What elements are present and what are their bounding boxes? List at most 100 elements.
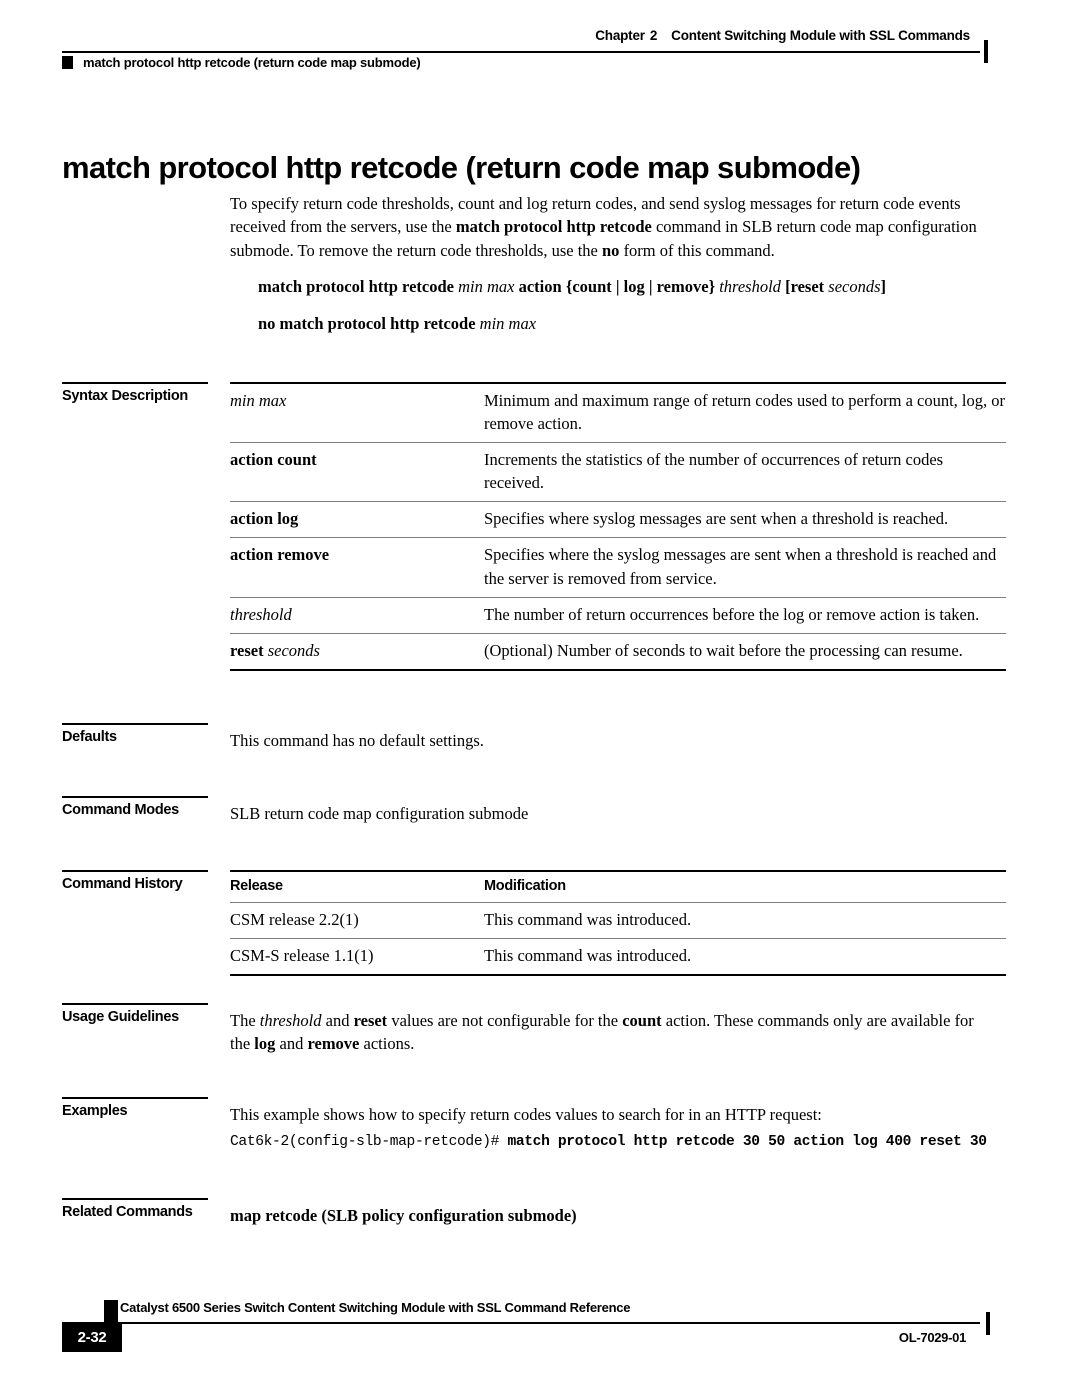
page-title: match protocol http retcode (return code… [62, 149, 861, 185]
header-rule-tick [984, 40, 988, 63]
usage-part2: and [321, 1011, 354, 1030]
table-cell-description: (Optional) Number of seconds to wait bef… [484, 632, 1006, 671]
term-bold: action log [230, 509, 299, 529]
section-label-examples: Examples [62, 1097, 222, 1119]
syntax-description-table: min max Minimum and maximum range of ret… [230, 382, 1006, 671]
column-header-modification: Modification [484, 870, 1006, 903]
usage-reset-bold: reset [353, 1011, 388, 1030]
syntax-no-cmd: no match protocol http retcode [258, 314, 480, 333]
section-rule [62, 382, 208, 384]
usage-threshold-italic: threshold [259, 1011, 322, 1030]
header-chapter-number: 2 [649, 28, 658, 43]
header-command-name: match protocol http retcode (return code… [83, 55, 421, 70]
section-rule [62, 1003, 208, 1005]
section-rule [62, 723, 208, 725]
cli-command: match protocol http retcode 30 50 action… [499, 1134, 987, 1150]
section-label-defaults: Defaults [62, 723, 222, 745]
term-bold: action count [230, 450, 317, 470]
intro-text-part3: form of this command. [619, 240, 775, 260]
term-bold: reset [230, 640, 268, 660]
syntax-action: action [518, 277, 566, 296]
command-modes-text: SLB return code map configuration submod… [230, 804, 529, 823]
intro-no-bold: no [602, 240, 620, 260]
header-chapter-title: Content Switching Module with SSL Comman… [671, 28, 970, 43]
table-cell-description: Increments the statistics of the number … [484, 442, 1006, 502]
syntax-reset: reset [790, 277, 829, 296]
table-cell-release: CSM-S release 1.1(1) [230, 938, 484, 977]
command-history-table-wrap: Release Modification CSM release 2.2(1) … [230, 870, 1006, 977]
syntax-minmax: min max [458, 277, 519, 296]
section-label-command-history: Command History [62, 870, 222, 892]
section-label-text: Command Modes [62, 802, 179, 818]
header-rule [62, 51, 980, 53]
table-row: action count Increments the statistics o… [230, 442, 1006, 502]
cli-prompt: Cat6k-2(config-slb-map-retcode)# [230, 1134, 500, 1150]
header-chapter-line: Chapter 2 Content Switching Module with SS… [62, 28, 988, 46]
footer-document-title: Catalyst 6500 Series Switch Content Swit… [120, 1300, 631, 1315]
term-bold: action remove [230, 545, 330, 565]
table-row: reset seconds (Optional) Number of secon… [230, 632, 1006, 671]
example-cli-line: Cat6k-2(config-slb-map-retcode)# match p… [230, 1134, 987, 1150]
table-row: CSM release 2.2(1) This command was intr… [230, 902, 1006, 939]
section-label-text: Command History [62, 876, 183, 892]
table-cell-description: The number of return occurrences before … [484, 596, 1006, 634]
footer-square-tab-icon [104, 1300, 118, 1322]
table-cell-term: action log [230, 501, 484, 538]
page-header: Chapter 2 Content Switching Module with SS… [62, 28, 988, 70]
section-label-syntax-description: Syntax Description [62, 382, 222, 404]
usage-part3: values are not configurable for the [387, 1011, 623, 1030]
header-command-row: match protocol http retcode (return code… [62, 55, 421, 70]
table-cell-term: threshold [230, 596, 484, 634]
command-history-table: Release Modification CSM release 2.2(1) … [230, 870, 1006, 977]
intro-paragraph: To specify return code thresholds, count… [230, 192, 992, 262]
syntax-cmd: match protocol http retcode [258, 277, 459, 296]
table-cell-term: action count [230, 442, 484, 502]
syntax-pipe-1: | [611, 277, 624, 296]
footer-document-id: OL-7029-01 [898, 1330, 966, 1345]
footer-rule [62, 1322, 980, 1324]
syntax-threshold: threshold [719, 277, 786, 296]
table-cell-modification: This command was introduced. [484, 938, 1006, 977]
usage-part6: actions. [359, 1034, 415, 1054]
usage-guidelines-text: The threshold and reset values are not c… [230, 1009, 992, 1056]
syntax-seconds: seconds [828, 277, 881, 296]
section-label-command-modes: Command Modes [62, 796, 222, 818]
footer-rule-tick [986, 1312, 990, 1335]
syntax-remove: remove [656, 277, 709, 296]
syntax-description-table-wrap: min max Minimum and maximum range of ret… [230, 382, 1006, 671]
usage-log-bold: log [254, 1034, 276, 1054]
table-header-row: Release Modification [230, 870, 1006, 903]
square-bullet-icon [62, 56, 73, 69]
section-label-text: Related Commands [62, 1204, 193, 1220]
section-label-related-commands: Related Commands [62, 1198, 222, 1220]
syntax-brace-close: } [708, 277, 720, 296]
table-cell-release: CSM release 2.2(1) [230, 902, 484, 939]
section-label-text: Usage Guidelines [62, 1009, 179, 1025]
syntax-no-minmax: min max [479, 314, 537, 333]
related-commands-link[interactable]: map retcode (SLB policy configuration su… [230, 1204, 992, 1227]
defaults-text: This command has no default settings. [230, 731, 484, 750]
table-row: threshold The number of return occurrenc… [230, 596, 1006, 634]
examples-intro-text: This example shows how to specify return… [230, 1105, 822, 1124]
table-cell-term: min max [230, 382, 484, 443]
syntax-count: count [572, 277, 612, 296]
table-cell-description: Specifies where syslog messages are sent… [484, 501, 1006, 538]
syntax-bracket-close: ] [880, 277, 887, 296]
syntax-line-negative: no match protocol http retcode min max [258, 314, 536, 334]
term-italic: min max [230, 391, 287, 410]
usage-remove-bold: remove [307, 1034, 360, 1054]
table-row: action remove Specifies where the syslog… [230, 537, 1006, 598]
syntax-line-affirmative: match protocol http retcode min max acti… [258, 277, 886, 297]
table-cell-description: Specifies where the syslog messages are … [484, 537, 1006, 598]
term-italic: seconds [267, 640, 320, 660]
intro-command-bold: match protocol http retcode [455, 217, 652, 237]
syntax-log: log [623, 277, 645, 296]
section-label-usage-guidelines: Usage Guidelines [62, 1003, 222, 1025]
section-rule [62, 870, 208, 872]
table-row: min max Minimum and maximum range of ret… [230, 382, 1006, 443]
section-rule [62, 1198, 208, 1200]
table-row: CSM-S release 1.1(1) This command was in… [230, 938, 1006, 977]
section-rule [62, 796, 208, 798]
usage-part5: and [275, 1034, 308, 1054]
table-cell-description: Minimum and maximum range of return code… [484, 382, 1006, 443]
